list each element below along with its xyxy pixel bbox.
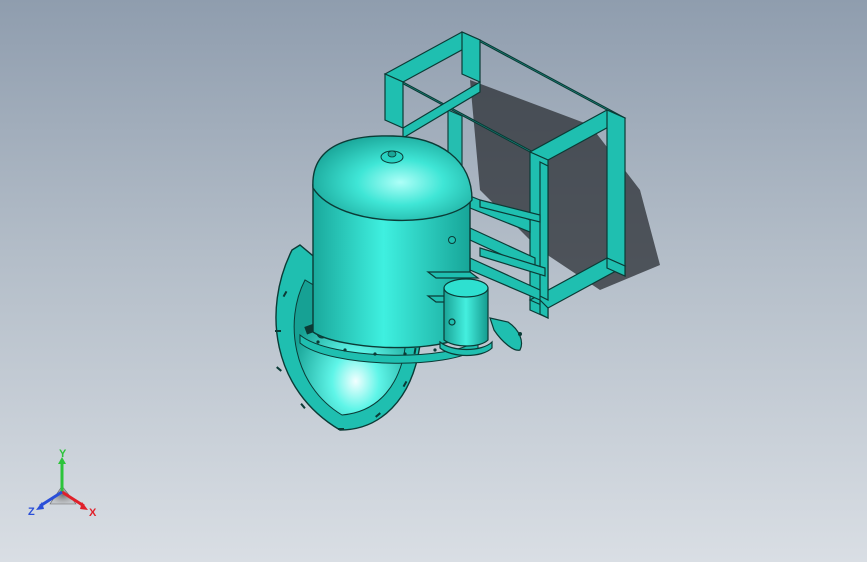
z-axis-label: Z	[28, 506, 35, 518]
assembly-model[interactable]	[0, 0, 867, 562]
hinged-flap[interactable]	[489, 317, 523, 351]
y-axis-label: Y	[59, 448, 67, 460]
orientation-triad[interactable]: Y X Z	[22, 448, 106, 524]
x-axis-label: X	[89, 507, 97, 519]
cad-viewport[interactable]: Y X Z	[0, 0, 867, 562]
y-axis-arrow	[58, 457, 66, 492]
